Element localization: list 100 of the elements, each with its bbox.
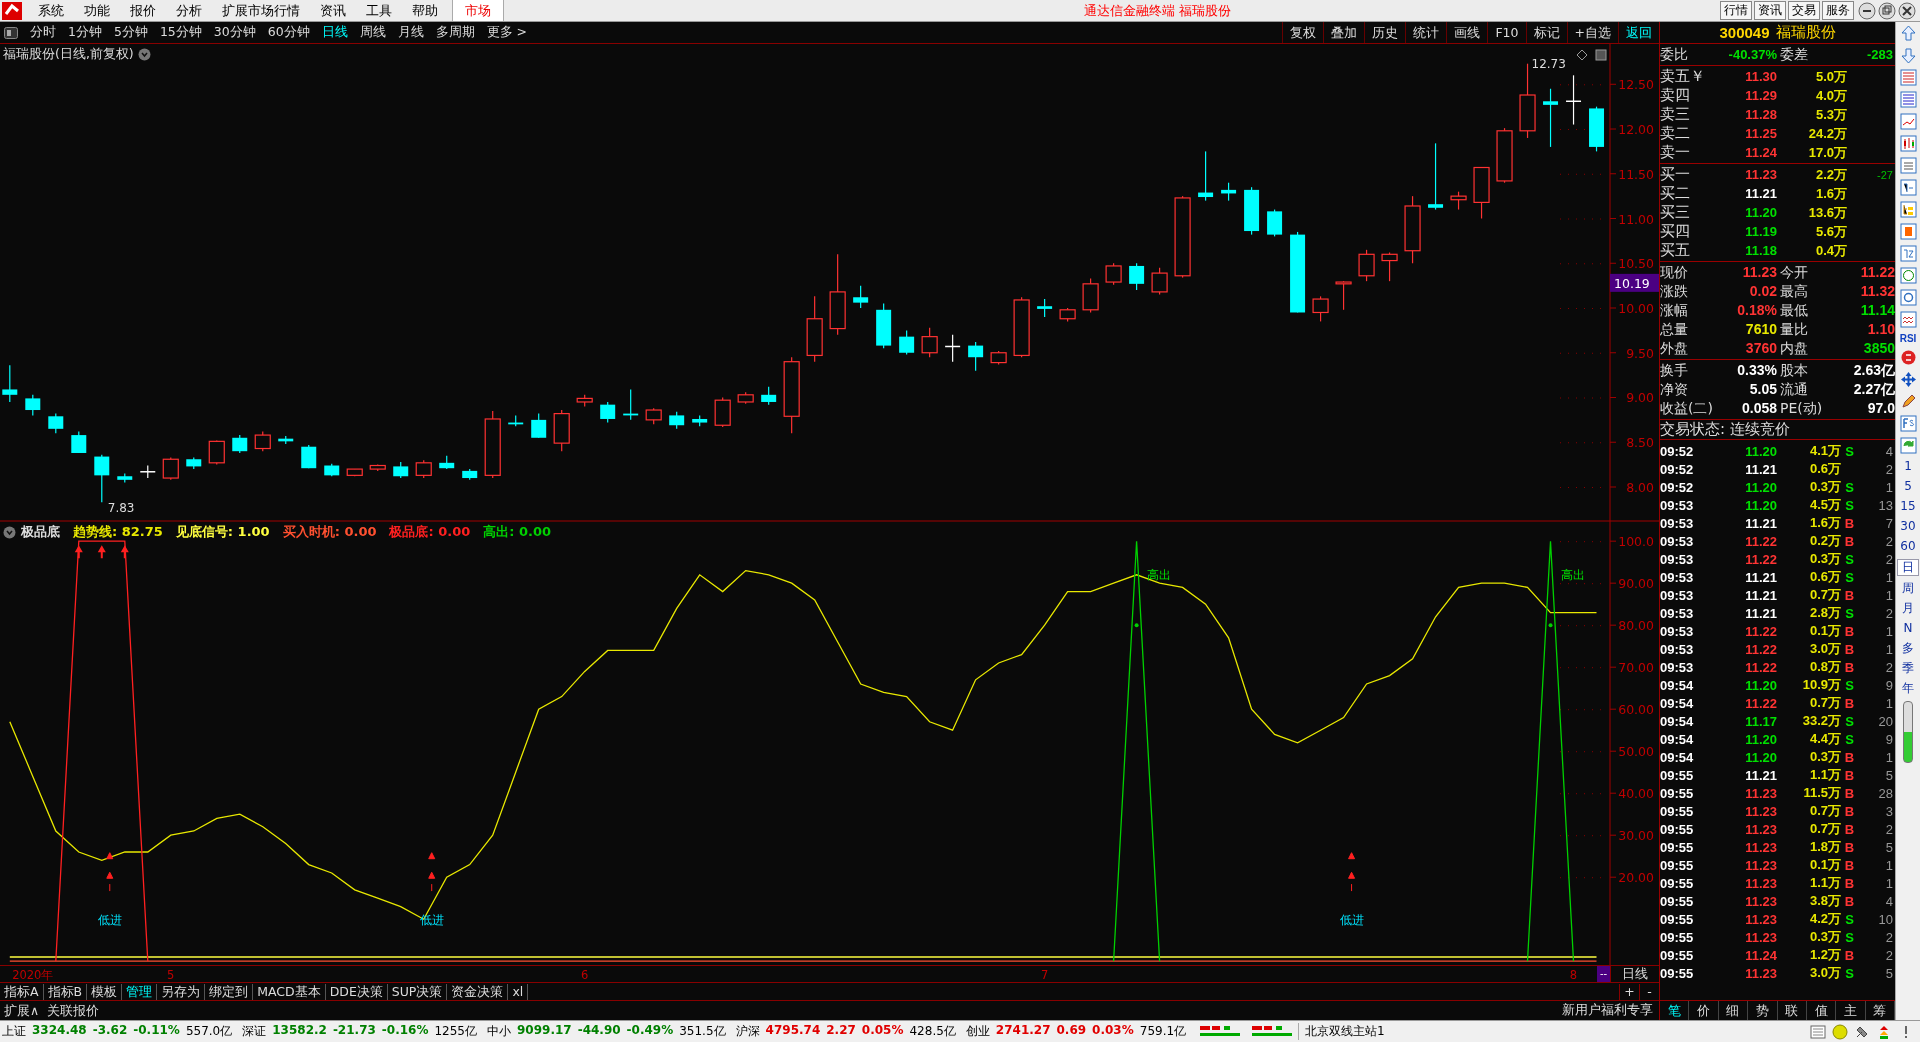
period-button[interactable]: 多	[1897, 641, 1919, 656]
promo-link[interactable]: 新用户福利专享	[1556, 1002, 1659, 1019]
period-button[interactable]: 1	[1897, 459, 1919, 474]
chart-tool-button[interactable]: 叠加	[1323, 22, 1365, 43]
chart-tool-button[interactable]: +自选	[1566, 22, 1618, 43]
legend-label: 见底信号	[175, 524, 228, 539]
panel-tab[interactable]: 关联报价	[43, 1002, 104, 1019]
period-button[interactable]: 周	[1897, 581, 1919, 596]
menu-item[interactable]: 资讯	[310, 1, 356, 20]
period-tab[interactable]: 15分钟	[153, 24, 208, 41]
chart-tool-button[interactable]: 历史	[1364, 22, 1406, 43]
chart-tool-button[interactable]: 标记	[1525, 22, 1567, 43]
tick-price: 11.20	[1744, 677, 1777, 693]
toolbar-button[interactable]: 交易	[1788, 1, 1820, 20]
period-button[interactable]: 60	[1897, 539, 1919, 554]
pencil-icon[interactable]	[1899, 393, 1917, 410]
chart-tool-button[interactable]: 统计	[1405, 22, 1447, 43]
menu-item[interactable]: 分析	[166, 1, 212, 20]
date-label: 6	[581, 968, 589, 982]
tree-icon[interactable]	[1899, 201, 1917, 218]
period-button[interactable]: 季	[1897, 661, 1919, 676]
period-button[interactable]: 15	[1897, 499, 1919, 514]
toolbar-button[interactable]: 服务	[1822, 1, 1854, 20]
indicator-tab[interactable]: DDE决策	[325, 983, 388, 1000]
money-icon[interactable]	[1899, 349, 1917, 366]
chart-control-icon[interactable]	[1576, 49, 1588, 61]
candlestick-icon[interactable]	[1899, 135, 1917, 152]
dropdown-icon[interactable]	[3, 525, 16, 539]
panel-tab[interactable]: 扩展∧	[0, 1002, 44, 1019]
up-arrow-icon[interactable]	[1899, 25, 1917, 42]
period-button[interactable]: 30	[1897, 519, 1919, 534]
indicator-tab[interactable]: 绑定到	[205, 983, 254, 1000]
indicator-tab[interactable]: 指标B	[43, 983, 88, 1000]
period-tab[interactable]: 日线	[315, 24, 354, 41]
period-tab[interactable]: 多周期	[429, 24, 481, 41]
chart-tool-button[interactable]: F10	[1487, 22, 1526, 43]
wave-chart-icon[interactable]	[1899, 311, 1917, 328]
scroll-handle[interactable]: --	[1597, 966, 1610, 982]
indicator-tab[interactable]: 模板	[87, 983, 123, 1000]
period-button[interactable]: N	[1897, 621, 1919, 636]
indicator-tab[interactable]: 资金决策	[447, 983, 509, 1000]
period-tab[interactable]: 分时	[24, 24, 62, 41]
indicator-tab[interactable]: xl	[508, 983, 529, 1000]
menu-item[interactable]: 扩展市场行情	[212, 1, 310, 20]
period-tab[interactable]: 60分钟	[261, 24, 316, 41]
signal-dot	[1134, 623, 1139, 628]
menu-item[interactable]: 帮助	[402, 1, 448, 20]
tick-volume: 0.1万	[1808, 622, 1841, 640]
minimize-icon[interactable]	[1858, 1, 1876, 20]
period-tab[interactable]: 30分钟	[207, 24, 262, 41]
down-arrow-icon[interactable]	[1899, 47, 1917, 64]
toolbar-button[interactable]: 资讯	[1754, 1, 1786, 20]
line-chart-icon[interactable]	[1899, 113, 1917, 130]
order-volume: 17.0万	[1807, 143, 1847, 162]
chart-tool-button[interactable]: 画线	[1446, 22, 1488, 43]
indicator-tab[interactable]: MACD基本	[253, 983, 326, 1000]
restore-icon[interactable]	[1878, 1, 1896, 20]
period-button[interactable]: 月	[1897, 601, 1919, 616]
toolbar-button[interactable]: 行情	[1720, 1, 1752, 20]
indicator-tab[interactable]: 指标A	[0, 983, 44, 1000]
table-icon[interactable]	[1899, 69, 1917, 86]
menu-item[interactable]: 报价	[120, 1, 166, 20]
period-button[interactable]: 5	[1897, 479, 1919, 494]
rsi-button[interactable]: RSI	[1899, 333, 1917, 344]
indicator-tab[interactable]: 管理	[122, 983, 158, 1000]
grid-icon[interactable]	[1899, 91, 1917, 108]
scroll-bar[interactable]	[1903, 701, 1913, 763]
tick-time: 09:55	[1660, 803, 1695, 819]
tick-price: 11.23	[1744, 803, 1777, 819]
order-price: 11.18	[1744, 243, 1777, 258]
indicator-tab[interactable]: SUP决策	[387, 983, 448, 1000]
close-icon[interactable]	[1898, 1, 1916, 20]
menu-item[interactable]: 功能	[74, 1, 120, 20]
tick-volume: 0.1万	[1808, 856, 1841, 874]
axis-label: 8.50	[1626, 435, 1654, 451]
document-icon[interactable]	[1899, 179, 1917, 196]
chart-tool-button[interactable]: 复权	[1282, 22, 1324, 43]
period-button[interactable]: 年	[1897, 681, 1919, 696]
period-tab[interactable]: 5分钟	[107, 24, 154, 41]
period-tab[interactable]: 周线	[353, 24, 392, 41]
toggle-icon[interactable]	[4, 26, 18, 39]
zoom-in-button[interactable]: +	[1619, 983, 1639, 1000]
dropdown-icon[interactable]	[137, 48, 151, 61]
function-icon[interactable]	[1899, 267, 1917, 284]
menu-item[interactable]: 系统	[28, 1, 74, 20]
move-icon[interactable]	[1899, 371, 1917, 388]
pane-icon[interactable]	[1595, 49, 1607, 61]
indicator-tab[interactable]: 另存为	[157, 983, 206, 1000]
fs-icon[interactable]	[1899, 415, 1917, 432]
list-icon[interactable]	[1810, 1023, 1826, 1040]
period-tab[interactable]: 更多 >	[480, 24, 534, 41]
period-tab[interactable]: 月线	[391, 24, 430, 41]
tick-volume: 3.0万	[1808, 964, 1841, 982]
market-tab[interactable]: 市场	[452, 0, 504, 21]
coin-icon[interactable]	[1832, 1023, 1848, 1040]
order-level-label: 买四	[1660, 222, 1691, 241]
period-tab[interactable]: 1分钟	[62, 24, 108, 41]
menu-item[interactable]: 工具	[356, 1, 402, 20]
refresh-icon[interactable]	[1899, 437, 1917, 454]
period-button[interactable]: 日	[1897, 559, 1919, 576]
